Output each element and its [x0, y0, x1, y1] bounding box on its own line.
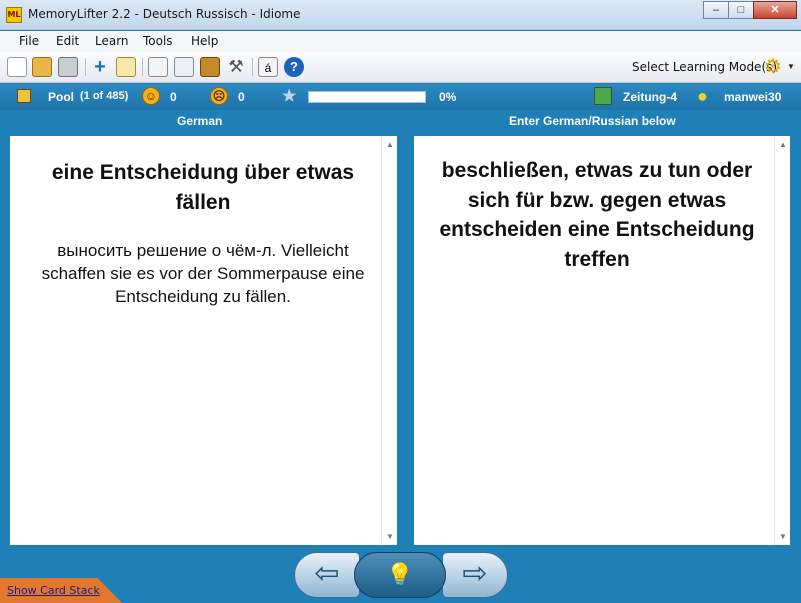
- progress-bar: [308, 91, 426, 103]
- chapter-name[interactable]: Zeitung-4: [623, 90, 677, 104]
- close-button[interactable]: ✕: [753, 1, 797, 19]
- scroll-down-icon[interactable]: ▼: [386, 532, 394, 541]
- chapter-icon: [594, 87, 612, 105]
- question-title: eine Entscheidung über etwas fällen: [51, 161, 355, 214]
- window-controls: – □ ✕: [703, 1, 797, 19]
- menu-file[interactable]: File: [19, 34, 39, 48]
- card-style-icon[interactable]: [174, 57, 194, 77]
- minimize-button[interactable]: –: [703, 1, 729, 19]
- pool-box-icon: [17, 89, 31, 103]
- edit-card-icon[interactable]: [116, 57, 136, 77]
- user-name[interactable]: manwei30: [724, 90, 781, 104]
- toolbar-separator: [85, 58, 86, 76]
- card-navigation: ⇦ ⇨ 💡: [0, 549, 801, 603]
- answer-scrollbar[interactable]: ▲ ▼: [774, 136, 790, 545]
- correct-count: 0: [170, 90, 177, 104]
- question-panel: eine Entscheidung über etwas fällen выно…: [10, 136, 397, 545]
- answer-column-header: Enter German/Russian below: [509, 114, 676, 128]
- star-icon: ★: [282, 88, 297, 105]
- menu-bar: File Edit Learn Tools Help: [0, 31, 801, 52]
- happy-smiley-icon: ☺: [142, 87, 160, 105]
- wrong-count: 0: [238, 90, 245, 104]
- menu-edit[interactable]: Edit: [56, 34, 79, 48]
- answer-text[interactable]: beschließen, etwas zu tun oder sich für …: [422, 156, 772, 274]
- scroll-down-icon[interactable]: ▼: [779, 532, 787, 541]
- menu-tools[interactable]: Tools: [143, 34, 173, 48]
- answer-panel[interactable]: beschließen, etwas zu tun oder sich für …: [414, 136, 790, 545]
- previous-card-button[interactable]: ⇦: [294, 552, 360, 598]
- print-icon[interactable]: [58, 57, 78, 77]
- add-card-icon[interactable]: +: [90, 57, 110, 77]
- progress-text: 0%: [439, 90, 457, 104]
- next-card-button[interactable]: ⇨: [442, 552, 508, 598]
- open-folder-icon[interactable]: [32, 57, 52, 77]
- question-example: выносить решение о чём-л. Vielleicht sch…: [41, 241, 365, 306]
- app-icon: ML: [6, 7, 22, 23]
- question-scrollbar[interactable]: ▲ ▼: [381, 136, 397, 545]
- window-title: MemoryLifter 2.2 - Deutsch Russisch - Id…: [28, 7, 301, 21]
- toolbar-separator: [142, 58, 143, 76]
- status-bar: Pool (1 of 485) ☺ 0 ☹ 0 ★ 0% Zeitung-4 ●…: [0, 84, 801, 110]
- box-icon[interactable]: [200, 57, 220, 77]
- toolbar-separator: [252, 58, 253, 76]
- show-card-stack-link[interactable]: Show Card Stack: [7, 584, 100, 597]
- pool-label: Pool: [48, 90, 74, 104]
- special-char-icon[interactable]: á: [258, 57, 278, 77]
- learning-mode-gear-icon[interactable]: ⚙: [764, 56, 786, 78]
- help-icon[interactable]: ?: [284, 57, 304, 77]
- question-column-header: German: [177, 114, 223, 128]
- presentation-icon[interactable]: [148, 57, 168, 77]
- pool-count: (1 of 485): [80, 90, 129, 102]
- scroll-up-icon[interactable]: ▲: [386, 140, 394, 149]
- title-bar: ML MemoryLifter 2.2 - Deutsch Russisch -…: [0, 0, 801, 30]
- sad-smiley-icon: ☹: [210, 87, 228, 105]
- chevron-down-icon[interactable]: ▼: [787, 62, 795, 71]
- menu-help[interactable]: Help: [191, 34, 218, 48]
- scroll-up-icon[interactable]: ▲: [779, 140, 787, 149]
- tools-icon[interactable]: ⚒: [226, 57, 246, 77]
- learning-mode-label[interactable]: Select Learning Mode(s): [632, 60, 777, 74]
- toolbar: + ⚒ á ? Select Learning Mode(s) ⚙ ▼: [0, 52, 801, 83]
- maximize-button[interactable]: □: [728, 1, 754, 19]
- hint-lightbulb-button[interactable]: 💡: [354, 552, 446, 598]
- new-file-icon[interactable]: [7, 57, 27, 77]
- user-icon: ●: [697, 86, 708, 106]
- menu-learn[interactable]: Learn: [95, 34, 129, 48]
